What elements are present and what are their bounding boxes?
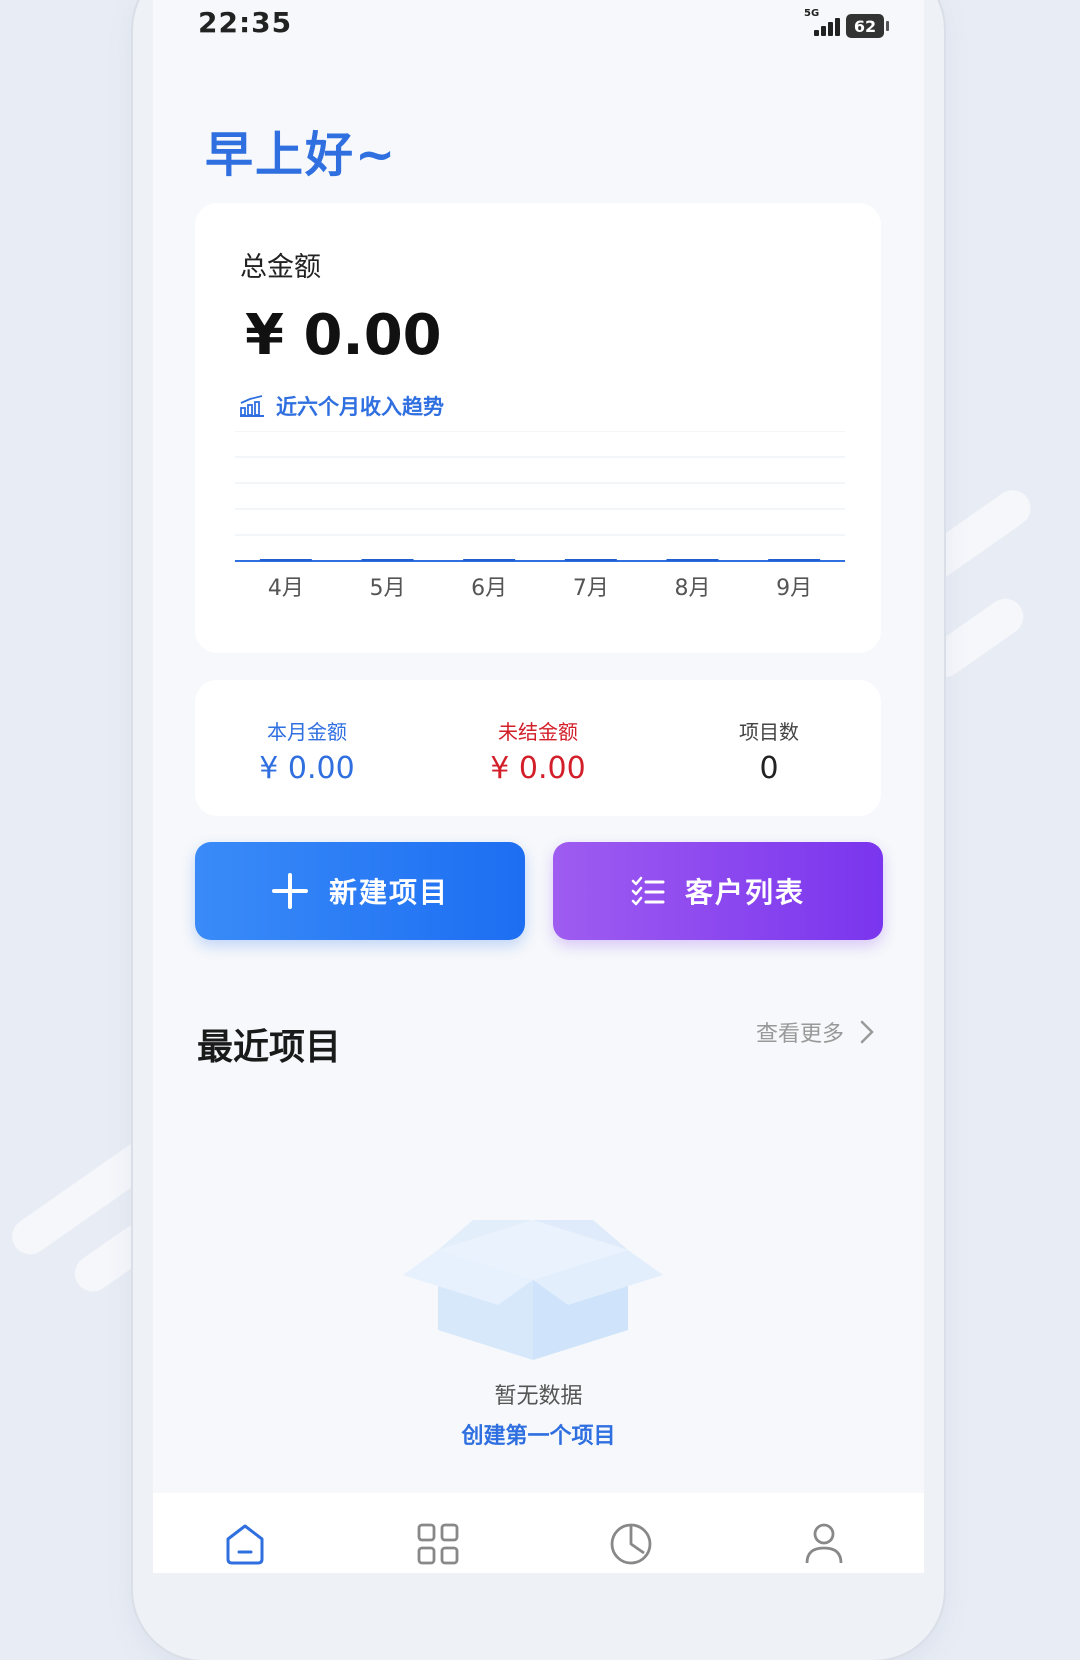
chevron-right-icon (860, 1020, 874, 1044)
new-project-label: 新建项目 (328, 876, 449, 909)
tab-statistics[interactable]: 统计 (576, 1521, 686, 1573)
pie-chart-icon (610, 1523, 652, 1565)
stats-card: 本月金额 ¥ 0.00 未结金额 ¥ 0.00 项目数 0 (195, 680, 881, 816)
stat-label: 本月金额 (267, 720, 347, 744)
tab-projects[interactable]: 项目 (383, 1521, 493, 1573)
battery-level: 62 (853, 16, 877, 36)
empty-state-text: 暂无数据 (494, 1384, 583, 1409)
grid-icon (417, 1523, 459, 1565)
income-trend-chart: 4月 5月 6月 7月 8月 9月 (235, 431, 845, 601)
total-amount-card: 总金额 ¥ 0.00 近六个月收入趋势 4月 5月 6月 7月 8月 9月 (195, 203, 881, 653)
status-time: 22:35 (198, 6, 293, 39)
chart-x-tick-label: 5月 (370, 576, 406, 601)
battery-icon: 62 (846, 14, 889, 38)
stat-label: 项目数 (739, 720, 799, 744)
chart-x-tick-label: 9月 (776, 576, 812, 601)
stat-value: ¥ 0.00 (490, 751, 586, 786)
stat-unsettled-amount: 未结金额 ¥ 0.00 (438, 716, 638, 786)
status-indicators: 5G 62 (804, 8, 889, 38)
phone-frame: 22:35 5G 62 早上好~ 总金额 ¥ 0.00 近六个月收入趋势 4月 … (133, 0, 944, 1660)
app-screen: 22:35 5G 62 早上好~ 总金额 ¥ 0.00 近六个月收入趋势 4月 … (153, 0, 924, 1573)
tab-profile[interactable]: 我的 (769, 1521, 879, 1573)
plus-icon (271, 873, 308, 909)
view-more-link[interactable]: 查看更多 (756, 1016, 874, 1048)
checklist-icon (631, 876, 665, 906)
trend-header: 近六个月收入趋势 (238, 391, 444, 421)
client-list-label: 客户列表 (684, 876, 805, 909)
greeting-title: 早上好~ (205, 127, 398, 183)
stat-month-amount: 本月金额 ¥ 0.00 (207, 716, 407, 786)
view-more-label: 查看更多 (755, 1022, 844, 1047)
network-type: 5G (804, 8, 820, 19)
total-amount-value: ¥ 0.00 (245, 303, 442, 368)
trend-title: 近六个月收入趋势 (276, 395, 444, 419)
stat-value: 0 (759, 751, 779, 786)
stat-label: 未结金额 (498, 720, 578, 744)
home-icon (226, 1524, 264, 1565)
chart-x-tick-label: 4月 (268, 576, 304, 601)
chart-x-tick-label: 8月 (675, 576, 711, 601)
chart-x-tick-label: 7月 (573, 576, 609, 601)
stat-value: ¥ 0.00 (259, 751, 355, 786)
recent-projects-title: 最近项目 (197, 1027, 342, 1068)
create-first-project-link[interactable]: 创建第一个项目 (153, 1418, 924, 1450)
chart-x-tick-label: 6月 (471, 576, 507, 601)
client-list-button[interactable]: 客户列表 (553, 842, 883, 940)
bar-chart-icon (240, 395, 264, 417)
total-amount-label: 总金额 (240, 252, 321, 283)
new-project-button[interactable]: 新建项目 (195, 842, 525, 940)
signal-icon: 5G (804, 8, 840, 38)
bottom-tab-bar: 首页 项目 统计 (153, 1493, 924, 1573)
user-icon (805, 1523, 843, 1564)
stat-project-count: 项目数 0 (669, 716, 869, 786)
empty-box-icon (403, 1220, 663, 1360)
tab-home[interactable]: 首页 (190, 1521, 300, 1573)
